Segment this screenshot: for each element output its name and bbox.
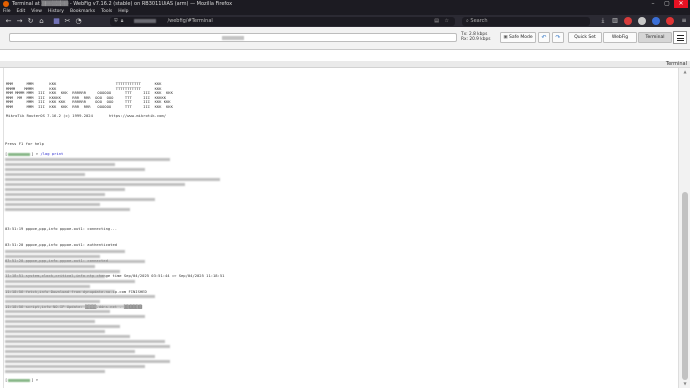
- ublock-icon[interactable]: [624, 17, 632, 25]
- menu-view[interactable]: View: [31, 8, 42, 15]
- redacted-identity: [222, 36, 244, 40]
- container-icon[interactable]: ▦: [51, 16, 62, 27]
- navigation-bar: ← → ↻ ⌂ ▦ ✂ ◔ ⛨ 🔒︎ /webfig/#Terminal ▤ ☆…: [0, 15, 690, 27]
- banner-line: MMM MMM III KKK KKK RRR RRR OOOOOO TTT I…: [6, 103, 173, 109]
- lock-icon[interactable]: 🔒︎: [121, 18, 124, 24]
- section-label: Terminal: [665, 61, 687, 67]
- close-button[interactable]: ✕: [674, 0, 688, 8]
- routeros-banner: MMM MMM KKK TTTTTTTTTTT KKK MMMM MMMM KK…: [6, 81, 173, 119]
- redacted-prompt: [8, 378, 31, 382]
- reload-icon[interactable]: ↻: [25, 16, 36, 27]
- webfig-toolbar: Tx: 2.8 kbps Rx: 20.9 kbps ▣ Safe Mode ↶…: [0, 27, 690, 50]
- safe-mode-label: Safe Mode: [509, 35, 533, 40]
- search-input[interactable]: ⌕ Search: [462, 16, 590, 26]
- menu-bookmarks[interactable]: Bookmarks: [70, 8, 95, 15]
- safe-mode-button[interactable]: ▣ Safe Mode: [500, 32, 536, 43]
- quick-set-button[interactable]: Quick Set: [568, 32, 602, 43]
- prompt-tail: ] >: [31, 377, 41, 382]
- menu-help[interactable]: Help: [118, 8, 128, 15]
- scroll-down-icon[interactable]: ▼: [681, 381, 689, 387]
- menu-file[interactable]: File: [3, 8, 11, 15]
- redacted-prompt: [8, 152, 31, 156]
- menu-bar: File Edit View History Bookmarks Tools H…: [0, 8, 690, 15]
- redacted-host: [134, 19, 156, 23]
- search-placeholder: Search: [470, 17, 488, 24]
- hamburger-menu-icon[interactable]: [673, 31, 687, 44]
- webfig-button[interactable]: WebFig: [603, 32, 637, 43]
- downloads-icon[interactable]: ⤓: [598, 16, 608, 26]
- screenshot-icon[interactable]: ✂: [62, 16, 73, 27]
- menu-icon[interactable]: ≡: [679, 16, 689, 26]
- current-prompt[interactable]: [] >: [5, 377, 40, 382]
- rx-rate: Rx: 20.9 kbps: [461, 37, 491, 42]
- window-title: Terminal at ▒▒▒▒▒▒▒ - WebFig v7.16.2 (st…: [12, 1, 233, 7]
- menu-history[interactable]: History: [48, 8, 64, 15]
- router-identity-field[interactable]: [9, 33, 457, 42]
- maximize-button[interactable]: ▢: [660, 0, 674, 8]
- terminal-scrollbar[interactable]: ▲ ▼: [678, 68, 690, 388]
- undo-button[interactable]: ↶: [538, 32, 550, 43]
- log-line: 03:51:20 pppoe,ppp,info pppoe-out1: auth…: [5, 242, 118, 248]
- scrollbar-thumb[interactable]: [682, 192, 688, 380]
- terminal-button[interactable]: Terminal: [638, 32, 672, 43]
- pocket-icon[interactable]: ◔: [73, 16, 84, 27]
- bookmark-star-icon[interactable]: ▤ ☆: [434, 17, 451, 26]
- url-bar[interactable]: ⛨ 🔒︎ /webfig/#Terminal ▤ ☆: [110, 16, 455, 26]
- typed-command: /log print: [40, 151, 64, 156]
- account-icon[interactable]: [652, 17, 660, 25]
- firefox-icon: [3, 1, 9, 7]
- shield-icon[interactable]: ⛨: [114, 18, 118, 24]
- banner-version-line: MikroTik RouterOS 7.16.2 (c) 1999-2024 h…: [6, 113, 167, 119]
- redo-button[interactable]: ↷: [552, 32, 564, 43]
- extension-icon[interactable]: [638, 17, 646, 25]
- minimize-button[interactable]: –: [646, 0, 660, 8]
- menu-edit[interactable]: Edit: [17, 8, 26, 15]
- log-line: 03:51:19 pppoe,ppp,info pppoe-out1: conn…: [5, 226, 118, 232]
- url-text[interactable]: /webfig/#Terminal: [167, 18, 212, 24]
- forward-icon[interactable]: →: [14, 16, 25, 27]
- help-hint: Press F1 for help: [5, 141, 44, 146]
- window-titlebar: Terminal at ▒▒▒▒▒▒▒ - WebFig v7.16.2 (st…: [0, 0, 690, 8]
- traffic-rates: Tx: 2.8 kbps Rx: 20.9 kbps: [461, 32, 490, 42]
- command-line: [] > /log print: [5, 151, 64, 156]
- scroll-up-icon[interactable]: ▲: [681, 69, 689, 75]
- menu-tools[interactable]: Tools: [101, 8, 112, 15]
- home-icon[interactable]: ⌂: [36, 16, 47, 27]
- back-icon[interactable]: ←: [3, 16, 14, 27]
- section-header: Terminal: [0, 61, 690, 68]
- window-controls: – ▢ ✕: [646, 0, 688, 8]
- library-icon[interactable]: ▥: [610, 16, 620, 26]
- ad-icon[interactable]: [666, 17, 674, 25]
